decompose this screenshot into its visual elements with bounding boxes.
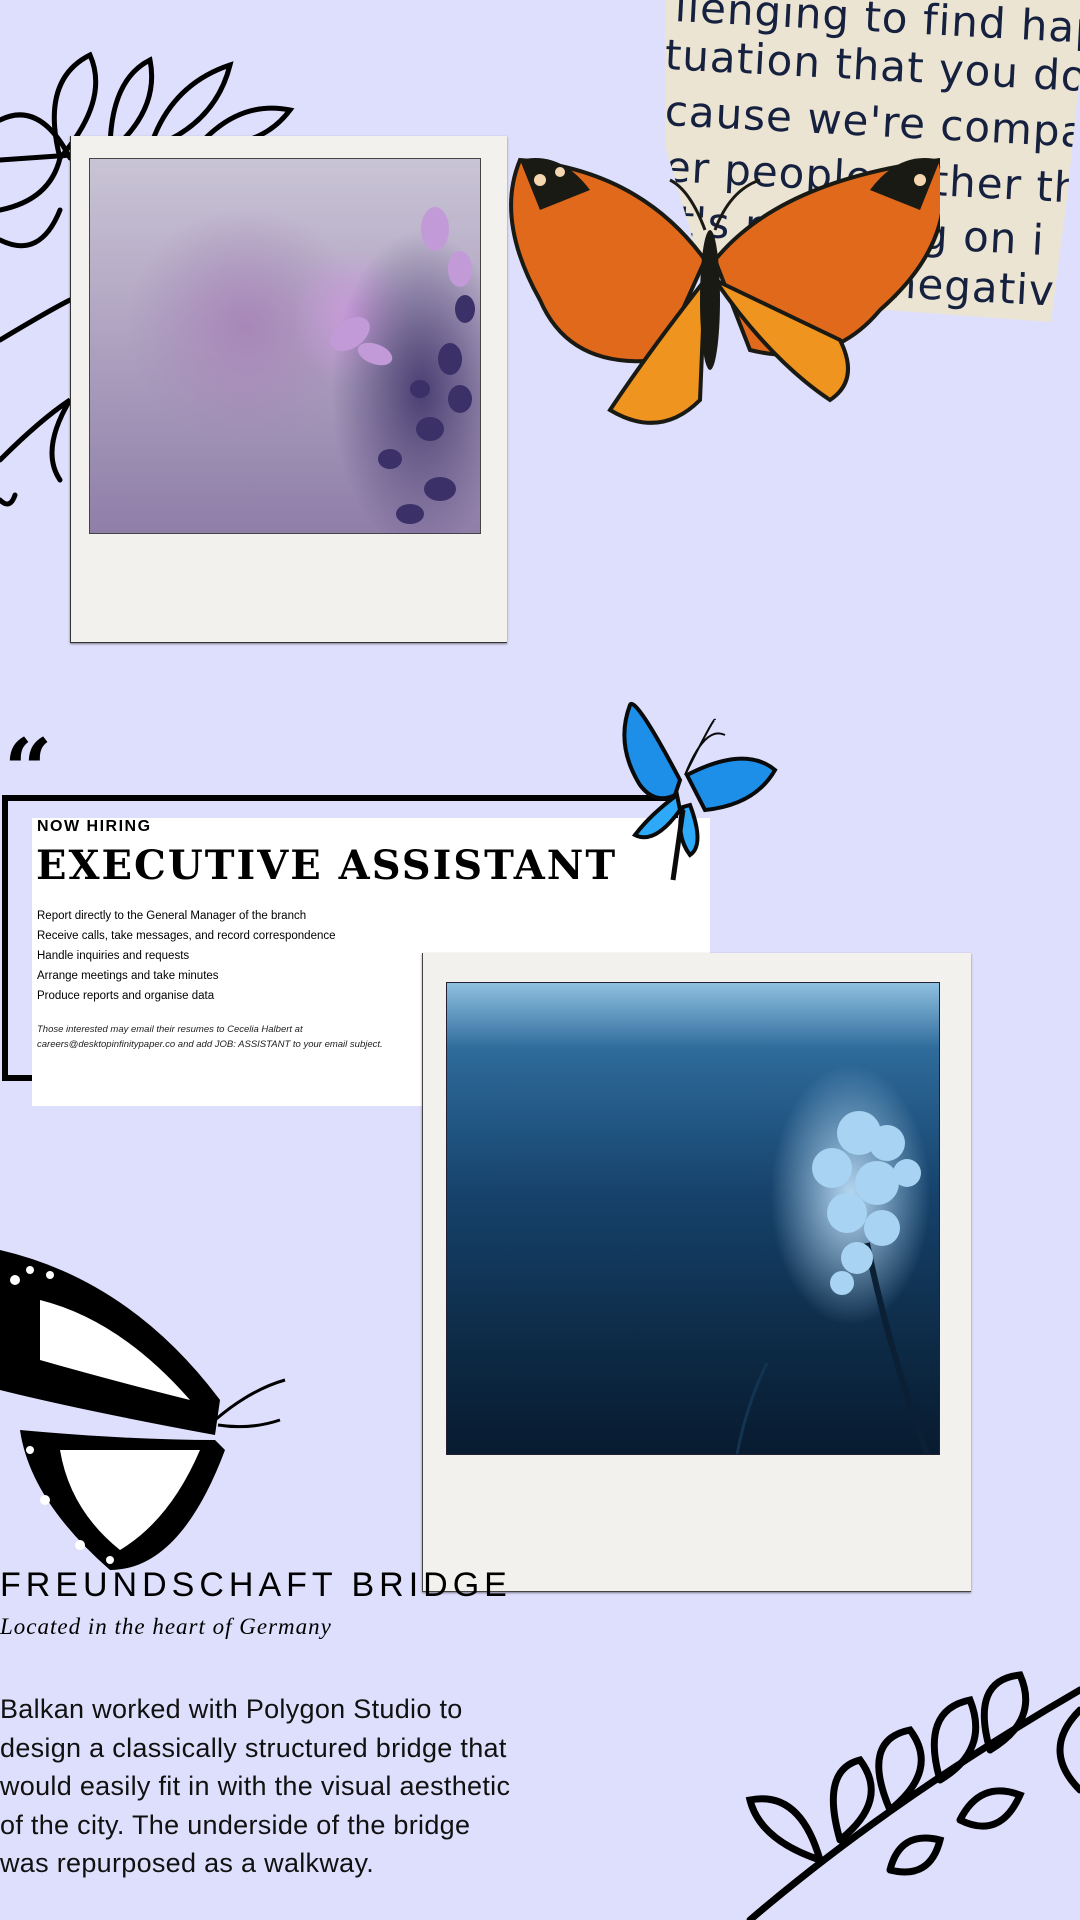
- contact-line: Those interested may email their resumes…: [37, 1024, 303, 1035]
- duty-item: Arrange meetings and take minutes: [37, 970, 219, 982]
- duty-item: Handle inquiries and requests: [37, 950, 190, 962]
- lavender-photo: [89, 158, 481, 534]
- bridge-title: FREUNDSCHAFT BRIDGE: [0, 1566, 512, 1604]
- polaroid-lavender: [70, 136, 507, 643]
- blue-flower-photo: [446, 982, 940, 1456]
- now-hiring-label: NOW HIRING: [37, 818, 152, 835]
- polaroid-blue-flower: [422, 953, 971, 1592]
- bridge-subtitle: Located in the heart of Germany: [0, 1614, 332, 1639]
- monarch-butterfly-icon: [0, 1250, 286, 1570]
- duties-list: Report directly to the General Manager o…: [37, 906, 336, 1006]
- contact-line: careers@desktopinfinitypaper.co and add …: [37, 1039, 383, 1050]
- duty-item: Receive calls, take messages, and record…: [37, 930, 336, 942]
- contact-note: Those interested may email their resumes…: [37, 1022, 457, 1052]
- duty-item: Produce reports and organise data: [37, 990, 215, 1002]
- leaf-branch-bottom-icon: [745, 1671, 1080, 1920]
- orange-butterfly-icon: [509, 157, 940, 425]
- job-title: EXECUTIVE ASSISTANT: [36, 842, 618, 889]
- duty-item: Report directly to the General Manager o…: [37, 910, 307, 922]
- bridge-description: Balkan worked with Polygon Studio to des…: [0, 1694, 511, 1878]
- blue-butterfly-icon: [622, 701, 778, 881]
